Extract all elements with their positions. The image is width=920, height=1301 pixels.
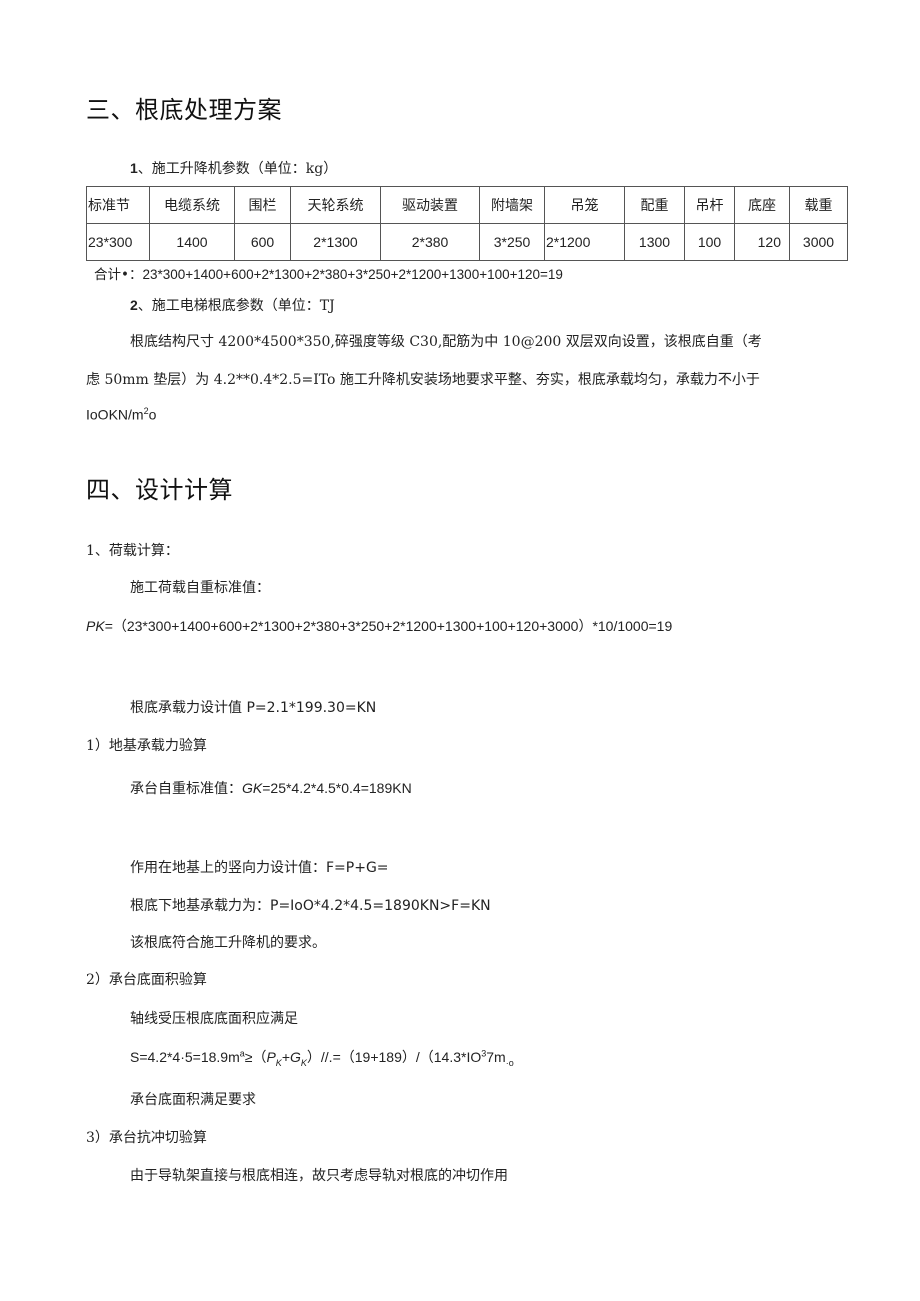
formula-part: ）//.=（19+189）/（14.3*IO [306,1049,482,1065]
table-cell: 100 [684,223,735,261]
section-3-title: 三、根底处理方案 [86,96,282,124]
pk-formula: PK=（23*300+1400+600+2*1300+2*380+3*250+2… [86,616,672,636]
item-2-label: 、施工电梯根底参数（单位：TJ [137,298,335,314]
table-header-cell: 标准节 [86,186,150,224]
gk-label: 承台自重标准值： [130,781,242,797]
table-row: 23*300 1400 600 2*1300 2*380 3*250 2*120… [86,223,848,261]
formula-part: S=4.2*4·5=18.9m [130,1049,240,1065]
suffix-text: o [148,406,157,423]
table-header-cell: 底座 [734,186,790,224]
gk-line: 承台自重标准值：GK=25*4.2*4.5*0.4=189KN [130,778,412,798]
table-cell: 1300 [624,223,685,261]
table-header-cell: 附墙架 [479,186,545,224]
table-cell: 2*380 [380,223,480,261]
check-3-heading: 3）承台抗冲切验算 [86,1130,207,1146]
item-2-heading: 2、施工电梯根底参数（单位：TJ [130,295,335,315]
check-2-heading: 2）承台底面积验算 [86,972,207,988]
table-cell: 600 [234,223,291,261]
gk-variable: GK [242,780,263,796]
item-1-heading: 1、施工升降机参数（单位：kg） [130,158,337,178]
load-calc-heading: 1、荷载计算： [86,543,179,559]
table-cell: 2*1200 [544,223,625,261]
foundation-para-line-3: IoOKN/m2o [86,406,156,423]
subscript: ·o [505,1057,514,1068]
gk-variable: G [290,1049,301,1065]
formula-part: + [281,1049,290,1065]
table-header-cell: 围栏 [234,186,291,224]
table-header-cell: 配重 [624,186,685,224]
area-condition: 轴线受压根底底面积应满足 [130,1011,298,1027]
table-header-cell: 吊杆 [684,186,735,224]
check-2-conclusion: 承台底面积满足要求 [130,1092,256,1108]
item-1-label: 、施工升降机参数（单位：kg） [137,161,338,177]
table-cell: 120 [734,223,790,261]
bearing-capacity-text: IoOKN/m [86,406,144,423]
formula-part: 7m [486,1049,506,1065]
vertical-force-line: 作用在地基上的竖向力设计值：F=P+G= [130,860,389,876]
formula-part: ≥（ [244,1049,267,1065]
pk-variable: P [266,1049,276,1065]
table-header-cell: 吊笼 [544,186,625,224]
item-2-number: 2 [130,297,138,313]
table-cell: 2*1300 [290,223,381,261]
std-load-label: 施工荷载自重标准值： [130,580,270,596]
foundation-para-line-2: 虑 50mm 垫层）为 4.2**0.4*2.5=ITo 施工升降机安装场地要求… [86,372,760,388]
check-1-conclusion: 该根底符合施工升降机的要求。 [130,935,326,951]
elevator-params-table: 标准节 电缆系统 围栏 天轮系统 驱动装置 附墙架 吊笼 配重 吊杆 底座 载重… [86,186,848,261]
item-1-number: 1 [130,160,138,176]
total-expression: 23*300+1400+600+2*1300+2*380+3*250+2*120… [142,267,563,282]
table-cell: 3*250 [479,223,545,261]
pk-expression: =（23*300+1400+600+2*1300+2*380+3*250+2*1… [104,618,673,634]
check-1-heading: 1）地基承载力验算 [86,738,207,754]
table-cell: 1400 [149,223,235,261]
pk-variable: PK [86,618,105,634]
table-cell: 23*300 [86,223,150,261]
gk-expression: =25*4.2*4.5*0.4=189KN [262,780,412,796]
table-header-cell: 载重 [789,186,848,224]
section-4-title: 四、设计计算 [86,476,233,504]
design-value-line: 根底承载力设计值 P=2.1*199.30=KN [130,700,377,716]
total-line: 合计•：23*300+1400+600+2*1300+2*380+3*250+2… [94,263,563,283]
area-formula: S=4.2*4·5=18.9ma≥（PK+GK）//.=（19+189）/（14… [130,1047,514,1068]
table-header-cell: 天轮系统 [290,186,381,224]
table-header-cell: 驱动装置 [380,186,480,224]
total-label: 合计•： [94,267,143,283]
table-header-row: 标准节 电缆系统 围栏 天轮系统 驱动装置 附墙架 吊笼 配重 吊杆 底座 载重 [86,186,848,224]
check-3-text: 由于导轨架直接与根底相连，故只考虑导轨对根底的冲切作用 [130,1168,508,1184]
table-cell: 3000 [789,223,848,261]
bearing-capacity-line: 根底下地基承载力为：P=IoO*4.2*4.5=1890KN>F=KN [130,898,491,914]
table-header-cell: 电缆系统 [149,186,235,224]
foundation-para-line-1: 根底结构尺寸 4200*4500*350,碎强度等级 C30,配筋为中 10@2… [130,334,762,350]
